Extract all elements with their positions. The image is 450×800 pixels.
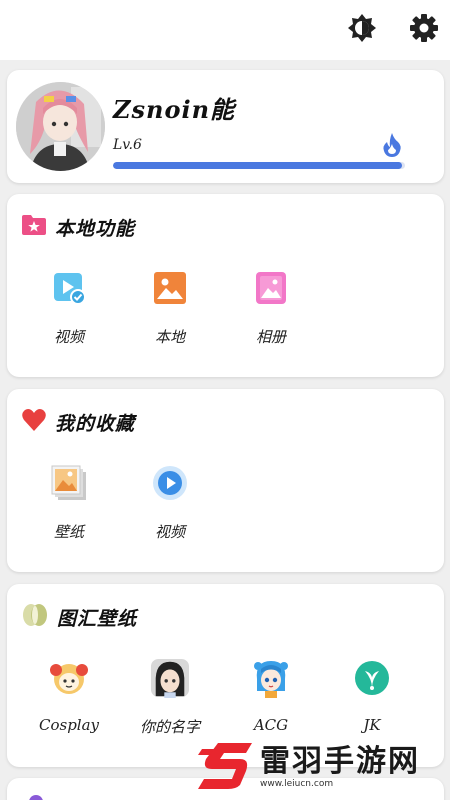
item-label: JK [363,716,381,734]
gallery-title: 图汇壁纸 [57,607,138,630]
favorites-card: 我的收藏 壁纸 视频 [7,389,444,572]
gallery-acg-item[interactable]: ACG [231,654,311,744]
your-name-avatar-icon [150,658,190,698]
level-label: Lv.6 [113,137,142,153]
item-label: ACG [253,716,289,734]
item-label: 视频 [53,328,84,346]
item-label: 壁纸 [53,523,84,541]
brightness-icon[interactable] [346,12,378,44]
watermark-url: www.leiucn.com [260,779,334,789]
wallpaper-stack-icon [49,463,89,503]
jk-logo-icon [352,658,392,698]
item-label: Cosplay [38,716,100,734]
flame-icon [381,132,403,158]
avatar[interactable] [16,82,105,171]
leaf-icon [21,603,49,631]
watermark-logo [196,741,254,795]
local-features-title: 本地功能 [55,217,136,240]
gear-icon[interactable] [408,12,440,44]
item-label: 视频 [154,523,185,541]
local-features-card: 本地功能 视频 本地 相册 [7,194,444,377]
fav-wallpaper-item[interactable]: 壁纸 [29,459,109,549]
favorites-title: 我的收藏 [55,412,136,435]
gallery-jk-item[interactable]: JK [332,654,412,744]
video-check-icon [49,268,89,308]
level-progress-bar [113,162,405,169]
flower-icon [25,792,47,800]
gallery-header: 图汇壁纸 [21,602,137,632]
item-label: 相册 [255,328,286,346]
gallery-your-name-item[interactable]: 你的名字 [130,654,210,744]
play-circle-icon [150,463,190,503]
fav-video-item[interactable]: 视频 [130,459,210,549]
local-video-item[interactable]: 视频 [29,264,109,354]
item-label: 你的名字 [139,718,200,736]
image-icon [150,268,190,308]
favorites-header: 我的收藏 [21,407,135,437]
username: Zsnoin能 [113,95,236,124]
level-progress-fill [113,162,403,169]
local-features-header: 本地功能 [21,212,135,242]
gallery-cosplay-item[interactable]: Cosplay [29,654,109,744]
local-image-item[interactable]: 本地 [130,264,210,354]
watermark: 雷羽手游网 www.leiucn.com [196,736,450,800]
album-icon [251,268,291,308]
item-label: 本地 [154,328,185,346]
top-bar [0,0,450,60]
folder-star-icon [21,214,47,240]
heart-icon [21,408,47,436]
profile-card[interactable]: Zsnoin能 Lv.6 [7,70,444,183]
local-album-item[interactable]: 相册 [231,264,311,354]
watermark-text: 雷羽手游网 [260,744,420,779]
acg-avatar-icon [251,658,291,698]
cosplay-avatar-icon [49,658,89,698]
